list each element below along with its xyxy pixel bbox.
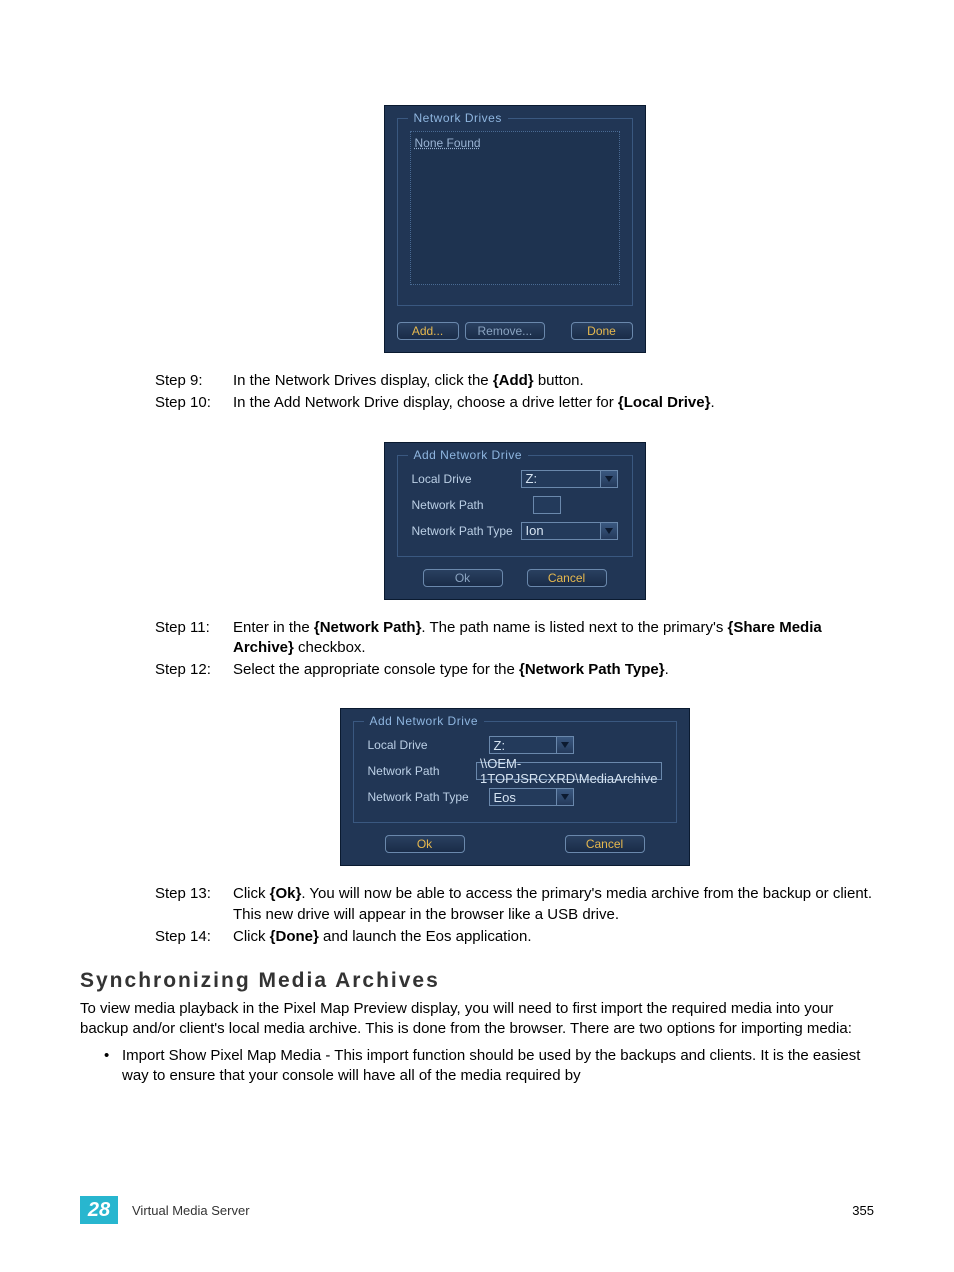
network-path-type-select[interactable]: Ion (521, 522, 618, 540)
add-button[interactable]: Add... (397, 322, 459, 340)
network-path-type-value: Ion (521, 522, 600, 540)
page-number: 355 (852, 1203, 874, 1218)
step-14: Step 14: Click {Done} and launch the Eos… (155, 927, 874, 947)
ok-button[interactable]: Ok (385, 835, 465, 853)
remove-button[interactable]: Remove... (465, 322, 546, 340)
bullet-list: Import Show Pixel Map Media - This impor… (104, 1046, 874, 1087)
section-paragraph: To view media playback in the Pixel Map … (80, 999, 874, 1040)
network-drives-legend: Network Drives (408, 111, 508, 125)
step-9: Step 9: In the Network Drives display, c… (155, 371, 874, 391)
add-network-drive-panel-1: Add Network Drive Local Drive Z: Network… (384, 442, 646, 600)
ok-button[interactable]: Ok (423, 569, 503, 587)
local-drive-label: Local Drive (412, 472, 515, 486)
network-path-type-label: Network Path Type (368, 790, 483, 804)
network-drives-none-found: None Found (415, 136, 481, 150)
cancel-button[interactable]: Cancel (565, 835, 645, 853)
add-network-drive-legend-2: Add Network Drive (364, 714, 485, 728)
chevron-down-icon[interactable] (556, 788, 574, 806)
footer-title: Virtual Media Server (132, 1203, 250, 1218)
chevron-down-icon[interactable] (600, 470, 618, 488)
local-drive-value: Z: (489, 736, 556, 754)
chapter-badge: 28 (80, 1196, 118, 1224)
add-network-drive-legend-1: Add Network Drive (408, 448, 529, 462)
step-11: Step 11: Enter in the {Network Path}. Th… (155, 618, 874, 659)
chevron-down-icon[interactable] (556, 736, 574, 754)
local-drive-value: Z: (521, 470, 600, 488)
network-drives-list[interactable]: None Found (410, 131, 620, 285)
network-path-field[interactable]: \\OEM-1TOPJSRCXRD\MediaArchive (476, 762, 661, 780)
section-title: Synchronizing Media Archives (80, 969, 874, 993)
list-item: Import Show Pixel Map Media - This impor… (104, 1046, 874, 1087)
step-10: Step 10: In the Add Network Drive displa… (155, 393, 874, 413)
done-button[interactable]: Done (571, 322, 633, 340)
cancel-button[interactable]: Cancel (527, 569, 607, 587)
network-drives-panel: Network Drives None Found Add... Remove.… (384, 105, 646, 353)
network-path-type-label: Network Path Type (412, 524, 515, 538)
network-path-field[interactable] (533, 496, 561, 514)
local-drive-label: Local Drive (368, 738, 483, 752)
network-path-label: Network Path (368, 764, 471, 778)
footer: 28 Virtual Media Server 355 (80, 1196, 874, 1224)
chevron-down-icon[interactable] (600, 522, 618, 540)
local-drive-select[interactable]: Z: (521, 470, 618, 488)
network-path-type-select[interactable]: Eos (489, 788, 574, 806)
step-13: Step 13: Click {Ok}. You will now be abl… (155, 884, 874, 925)
add-network-drive-panel-2: Add Network Drive Local Drive Z: Network… (340, 708, 690, 866)
network-path-label: Network Path (412, 498, 527, 512)
step-12: Step 12: Select the appropriate console … (155, 660, 874, 680)
network-path-type-value: Eos (489, 788, 556, 806)
local-drive-select[interactable]: Z: (489, 736, 574, 754)
